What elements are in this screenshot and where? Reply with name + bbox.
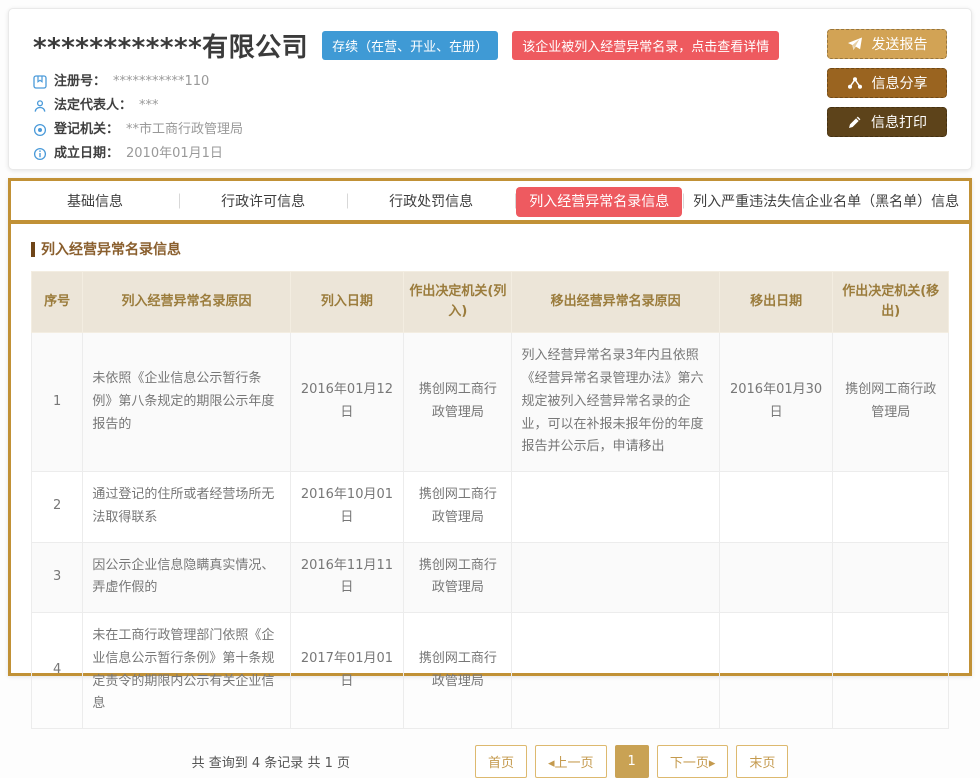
cell-remove-authority (833, 472, 949, 543)
cell-list-date: 2016年11月11日 (290, 542, 404, 613)
company-title-row: ************有限公司 存续（在营、开业、在册） 该企业被列入经营异常… (33, 27, 947, 64)
tab[interactable]: 列入严重违法失信企业名单（黑名单）信息 (683, 191, 969, 211)
cell-remove-reason (512, 613, 719, 729)
cell-list-reason: 未依照《企业信息公示暂行条例》第八条规定的期限公示年度报告的 (83, 333, 290, 472)
table-header-cell: 移出经营异常名录原因 (512, 272, 719, 333)
tab-label: 列入严重违法失信企业名单（黑名单）信息 (693, 194, 959, 210)
cell-index: 1 (32, 333, 83, 472)
field-registration-authority: 登记机关： **市工商行政管理局 (33, 121, 947, 138)
share-icon (847, 75, 863, 91)
abnormal-alert-badge[interactable]: 该企业被列入经营异常名录，点击查看详情 (512, 31, 779, 60)
pagination: 首页 ◂上一页 1 下一页▸ 末页 (475, 745, 788, 778)
table-header-row: 序号 列入经营异常名录原因 列入日期 作出决定机关(列入) 移出经营异常名录原因… (32, 272, 949, 333)
cell-list-date: 2016年01月12日 (290, 333, 404, 472)
field-value: **市工商行政管理局 (126, 121, 243, 138)
tab[interactable]: 行政许可信息 (179, 191, 347, 211)
tab-label: 基础信息 (67, 194, 123, 210)
table-header-cell: 列入日期 (290, 272, 404, 333)
cell-list-reason: 因公示企业信息隐瞒真实情况、弄虚作假的 (83, 542, 290, 613)
info-icon (33, 147, 47, 161)
cell-remove-date (719, 613, 833, 729)
field-value: *** (139, 97, 159, 114)
cell-remove-authority (833, 542, 949, 613)
page-button[interactable]: 1 (615, 745, 649, 778)
page-button[interactable]: ◂上一页 (535, 745, 607, 778)
send-icon (847, 36, 863, 52)
cell-list-authority: 携创网工商行政管理局 (404, 472, 512, 543)
cell-index: 3 (32, 542, 83, 613)
cell-index: 4 (32, 613, 83, 729)
table-row: 3 因公示企业信息隐瞒真实情况、弄虚作假的 2016年11月11日 携创网工商行… (32, 542, 949, 613)
cell-list-authority: 携创网工商行政管理局 (404, 613, 512, 729)
cell-remove-reason: 列入经营异常名录3年内且依照《经营异常名录管理办法》第六规定被列入经营异常名录的… (512, 333, 719, 472)
action-buttons: 发送报告 信息分享 信息打印 (827, 29, 947, 137)
field-registration-number: 注册号： ***********110 (33, 73, 947, 90)
field-label: 法定代表人： (54, 97, 132, 114)
cell-list-date: 2017年01月01日 (290, 613, 404, 729)
tab-label: 列入经营异常名录信息 (516, 187, 682, 217)
abnormal-records-table: 序号 列入经营异常名录原因 列入日期 作出决定机关(列入) 移出经营异常名录原因… (31, 271, 949, 729)
table-footer: 共 查询到 4 条记录 共 1 页 首页 ◂上一页 1 下一页▸ 末页 (31, 745, 949, 778)
records-summary: 共 查询到 4 条记录 共 1 页 (192, 752, 350, 771)
field-label: 注册号： (54, 73, 106, 90)
cell-remove-reason (512, 472, 719, 543)
table-row: 2 通过登记的住所或者经营场所无法取得联系 2016年10月01日 携创网工商行… (32, 472, 949, 543)
section-title: 列入经营异常名录信息 (31, 239, 949, 259)
table-header-cell: 移出日期 (719, 272, 833, 333)
share-info-label: 信息分享 (872, 73, 928, 93)
tab-label: 行政处罚信息 (389, 194, 473, 210)
field-legal-representative: 法定代表人： *** (33, 97, 947, 114)
cell-remove-date (719, 542, 833, 613)
cell-list-authority: 携创网工商行政管理局 (404, 333, 512, 472)
field-label: 登记机关： (54, 121, 119, 138)
cell-list-date: 2016年10月01日 (290, 472, 404, 543)
person-icon (33, 99, 47, 113)
section-title-text: 列入经营异常名录信息 (41, 239, 181, 259)
cell-remove-authority (833, 613, 949, 729)
tab-label: 行政许可信息 (221, 194, 305, 210)
table-header-cell: 序号 (32, 272, 83, 333)
share-info-button[interactable]: 信息分享 (827, 68, 947, 98)
table-row: 4 未在工商行政管理部门依照《企业信息公示暂行条例》第十条规定责令的期限内公示有… (32, 613, 949, 729)
cell-list-reason: 未在工商行政管理部门依照《企业信息公示暂行条例》第十条规定责令的期限内公示有关企… (83, 613, 290, 729)
field-establish-date: 成立日期： 2010年01月1日 (33, 145, 947, 162)
field-value: ***********110 (113, 73, 209, 90)
cell-list-reason: 通过登记的住所或者经营场所无法取得联系 (83, 472, 290, 543)
company-name: ************有限公司 (33, 27, 308, 64)
page-button[interactable]: 首页 (475, 745, 527, 778)
table-header-cell: 作出决定机关(移出) (833, 272, 949, 333)
location-icon (33, 123, 47, 137)
detail-card: 基础信息 行政许可信息 行政处罚信息 列入经营异常名录信息 列入严重违法失信企业… (8, 178, 972, 676)
tab[interactable]: 基础信息 (11, 191, 179, 211)
send-report-label: 发送报告 (872, 34, 928, 54)
field-value: 2010年01月1日 (126, 145, 223, 162)
field-label: 成立日期： (54, 145, 119, 162)
print-info-button[interactable]: 信息打印 (827, 107, 947, 137)
cell-remove-date: 2016年01月30日 (719, 333, 833, 472)
tab-bar: 基础信息 行政许可信息 行政处罚信息 列入经营异常名录信息 列入严重违法失信企业… (11, 181, 969, 224)
print-icon (847, 115, 862, 130)
cell-remove-date (719, 472, 833, 543)
table-header-cell: 作出决定机关(列入) (404, 272, 512, 333)
company-fields: 注册号： ***********110 法定代表人： *** 登记机关： **市… (33, 73, 947, 162)
print-info-label: 信息打印 (871, 112, 927, 132)
tab[interactable]: 列入经营异常名录信息 (515, 191, 683, 211)
page-button[interactable]: 下一页▸ (657, 745, 729, 778)
cell-remove-reason (512, 542, 719, 613)
certificate-icon (33, 75, 47, 89)
cell-index: 2 (32, 472, 83, 543)
tab[interactable]: 行政处罚信息 (347, 191, 515, 211)
table-row: 1 未依照《企业信息公示暂行条例》第八条规定的期限公示年度报告的 2016年01… (32, 333, 949, 472)
table-header-cell: 列入经营异常名录原因 (83, 272, 290, 333)
title-bar-icon (31, 242, 35, 257)
cell-list-authority: 携创网工商行政管理局 (404, 542, 512, 613)
status-badge: 存续（在营、开业、在册） (322, 31, 498, 60)
company-header-card: ************有限公司 存续（在营、开业、在册） 该企业被列入经营异常… (8, 8, 972, 170)
cell-remove-authority: 携创网工商行政管理局 (833, 333, 949, 472)
page-button[interactable]: 末页 (736, 745, 788, 778)
send-report-button[interactable]: 发送报告 (827, 29, 947, 59)
tab-content: 列入经营异常名录信息 序号 列入经营异常名录原因 列入日期 作出决定机关(列入) (11, 224, 969, 778)
